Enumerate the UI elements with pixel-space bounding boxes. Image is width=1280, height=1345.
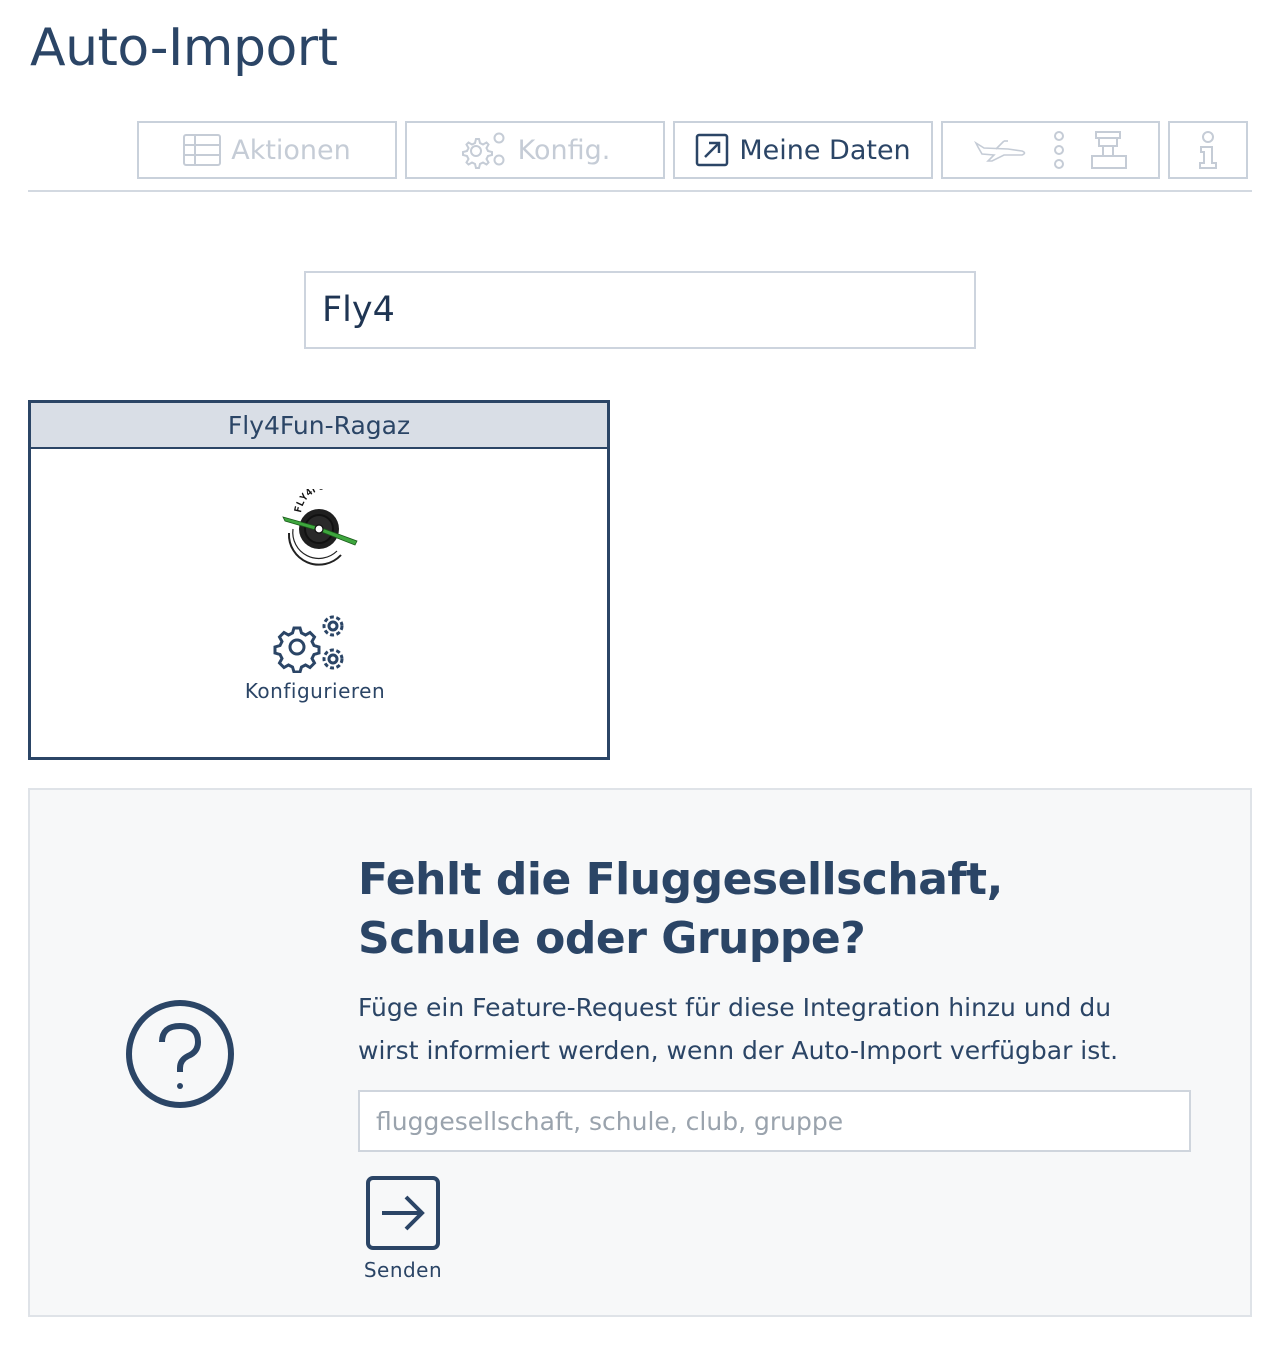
- send-button[interactable]: Senden: [363, 1176, 443, 1282]
- dots-vertical-icon: [1053, 131, 1064, 169]
- question-circle-icon: [126, 1000, 234, 1108]
- send-label: Senden: [363, 1258, 443, 1282]
- arrow-right-box-icon: [366, 1176, 440, 1250]
- tab-flights[interactable]: [941, 121, 1160, 179]
- gears-icon: [273, 615, 344, 673]
- missing-text: Füge ein Feature-Request für diese Integ…: [358, 993, 1119, 1065]
- page-title: Auto-Import: [30, 18, 338, 78]
- tab-config-label: Konfig.: [517, 134, 611, 166]
- configure-button[interactable]: Konfigurieren: [31, 613, 599, 703]
- tab-my-data[interactable]: Meine Daten: [673, 121, 933, 179]
- tower-icon: [1090, 131, 1127, 169]
- result-card[interactable]: Fly4Fun-Ragaz FLY4FUN Konfigurieren: [28, 400, 610, 760]
- missing-integration-panel: Fehlt die Fluggesellschaft, Schule oder …: [28, 788, 1252, 1317]
- toolbar-divider: [28, 190, 1252, 192]
- table-icon: [183, 134, 222, 166]
- tab-info[interactable]: [1168, 121, 1248, 179]
- toolbar-tabs: Aktionen Konfig. Meine Daten: [137, 121, 1248, 179]
- configure-label: Konfigurieren: [244, 679, 386, 703]
- airplane-icon: [973, 140, 1025, 162]
- logo-lettering: FLY4FUN: [293, 489, 331, 514]
- result-card-title: Fly4Fun-Ragaz: [31, 403, 607, 449]
- external-link-icon: [696, 133, 729, 167]
- search-input[interactable]: [304, 271, 976, 349]
- tab-actions[interactable]: Aktionen: [137, 121, 397, 179]
- info-icon: [1199, 131, 1217, 169]
- feature-request-input[interactable]: [358, 1090, 1191, 1152]
- tab-config[interactable]: Konfig.: [405, 121, 665, 179]
- gears-icon: [461, 132, 505, 169]
- tab-actions-label: Aktionen: [231, 134, 351, 166]
- svg-text:FLY4FUN: FLY4FUN: [293, 489, 331, 514]
- tab-my-data-label: Meine Daten: [739, 134, 911, 166]
- fly4fun-logo: FLY4FUN: [282, 489, 358, 566]
- missing-heading: Fehlt die Fluggesellschaft, Schule oder …: [358, 854, 1003, 964]
